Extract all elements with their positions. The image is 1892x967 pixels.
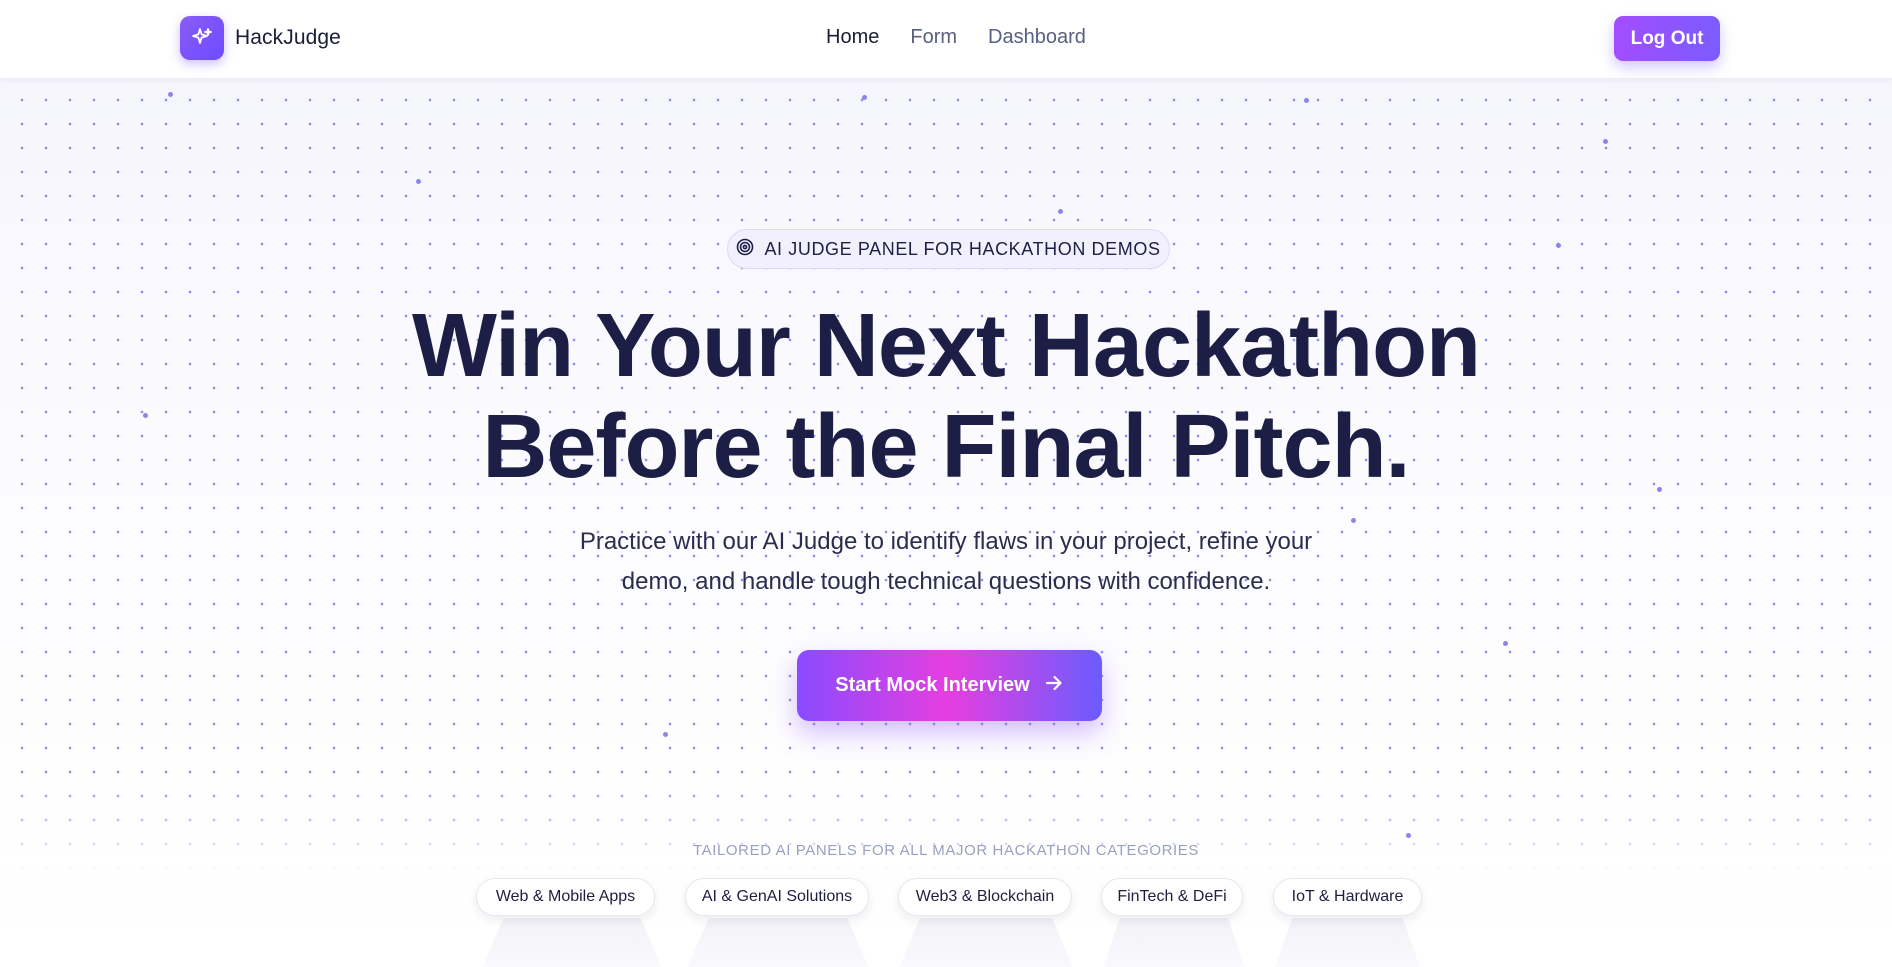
category-chip-iot-hardware[interactable]: IoT & Hardware (1273, 878, 1422, 916)
category-chip-web-mobile[interactable]: Web & Mobile Apps (476, 878, 655, 916)
category-chip-ai-genai[interactable]: AI & GenAI Solutions (685, 878, 869, 916)
badge-text: AI JUDGE PANEL FOR HACKATHON DEMOS (764, 238, 1161, 259)
chip-shadow (482, 918, 662, 967)
nav-dashboard-link[interactable]: Dashboard (988, 26, 1086, 49)
logout-button[interactable]: Log Out (1614, 16, 1720, 61)
accent-dot (1058, 209, 1063, 214)
accent-dot (1556, 243, 1561, 248)
accent-dot (663, 732, 668, 737)
categories-tagline: TAILORED AI PANELS FOR ALL MAJOR HACKATH… (692, 842, 1200, 859)
chip-shadow (1275, 918, 1420, 967)
category-chip-web3-blockchain[interactable]: Web3 & Blockchain (898, 878, 1072, 916)
hero-title: Win Your Next Hackathon Before the Final… (0, 296, 1892, 498)
sparkles-icon[interactable] (180, 16, 224, 60)
cta-label: Start Mock Interview (835, 674, 1030, 696)
chip-shadow (687, 918, 869, 967)
start-mock-interview-button[interactable]: Start Mock Interview (797, 650, 1102, 721)
main-nav: Home Form Dashboard (826, 26, 1086, 49)
accent-dot (416, 179, 421, 184)
brand-name[interactable]: HackJudge (235, 26, 341, 50)
hero-badge: AI JUDGE PANEL FOR HACKATHON DEMOS (727, 229, 1170, 269)
chip-shadow (1103, 918, 1245, 967)
accent-dot (1503, 641, 1508, 646)
nav-form-link[interactable]: Form (910, 26, 957, 49)
accent-dot (168, 92, 173, 97)
category-chips: Web & Mobile Apps AI & GenAI Solutions W… (0, 878, 1892, 967)
hero-section: AI JUDGE PANEL FOR HACKATHON DEMOS Win Y… (0, 78, 1892, 967)
target-icon (736, 238, 754, 261)
accent-dot (1351, 518, 1356, 523)
category-chip-fintech-defi[interactable]: FinTech & DeFi (1101, 878, 1243, 916)
accent-dot (1304, 98, 1309, 103)
hero-title-line-2: Before the Final Pitch. (482, 397, 1410, 497)
accent-dot (1603, 139, 1608, 144)
hero-subtitle: Practice with our AI Judge to identify f… (579, 528, 1313, 595)
arrow-right-icon (1044, 673, 1064, 699)
accent-dot (1406, 833, 1411, 838)
hero-title-line-1: Win Your Next Hackathon (411, 296, 1481, 396)
nav-home-link[interactable]: Home (826, 26, 879, 49)
chip-shadow (899, 918, 1073, 967)
top-navbar: HackJudge Home Form Dashboard Log Out (0, 0, 1892, 78)
accent-dot (862, 95, 867, 100)
